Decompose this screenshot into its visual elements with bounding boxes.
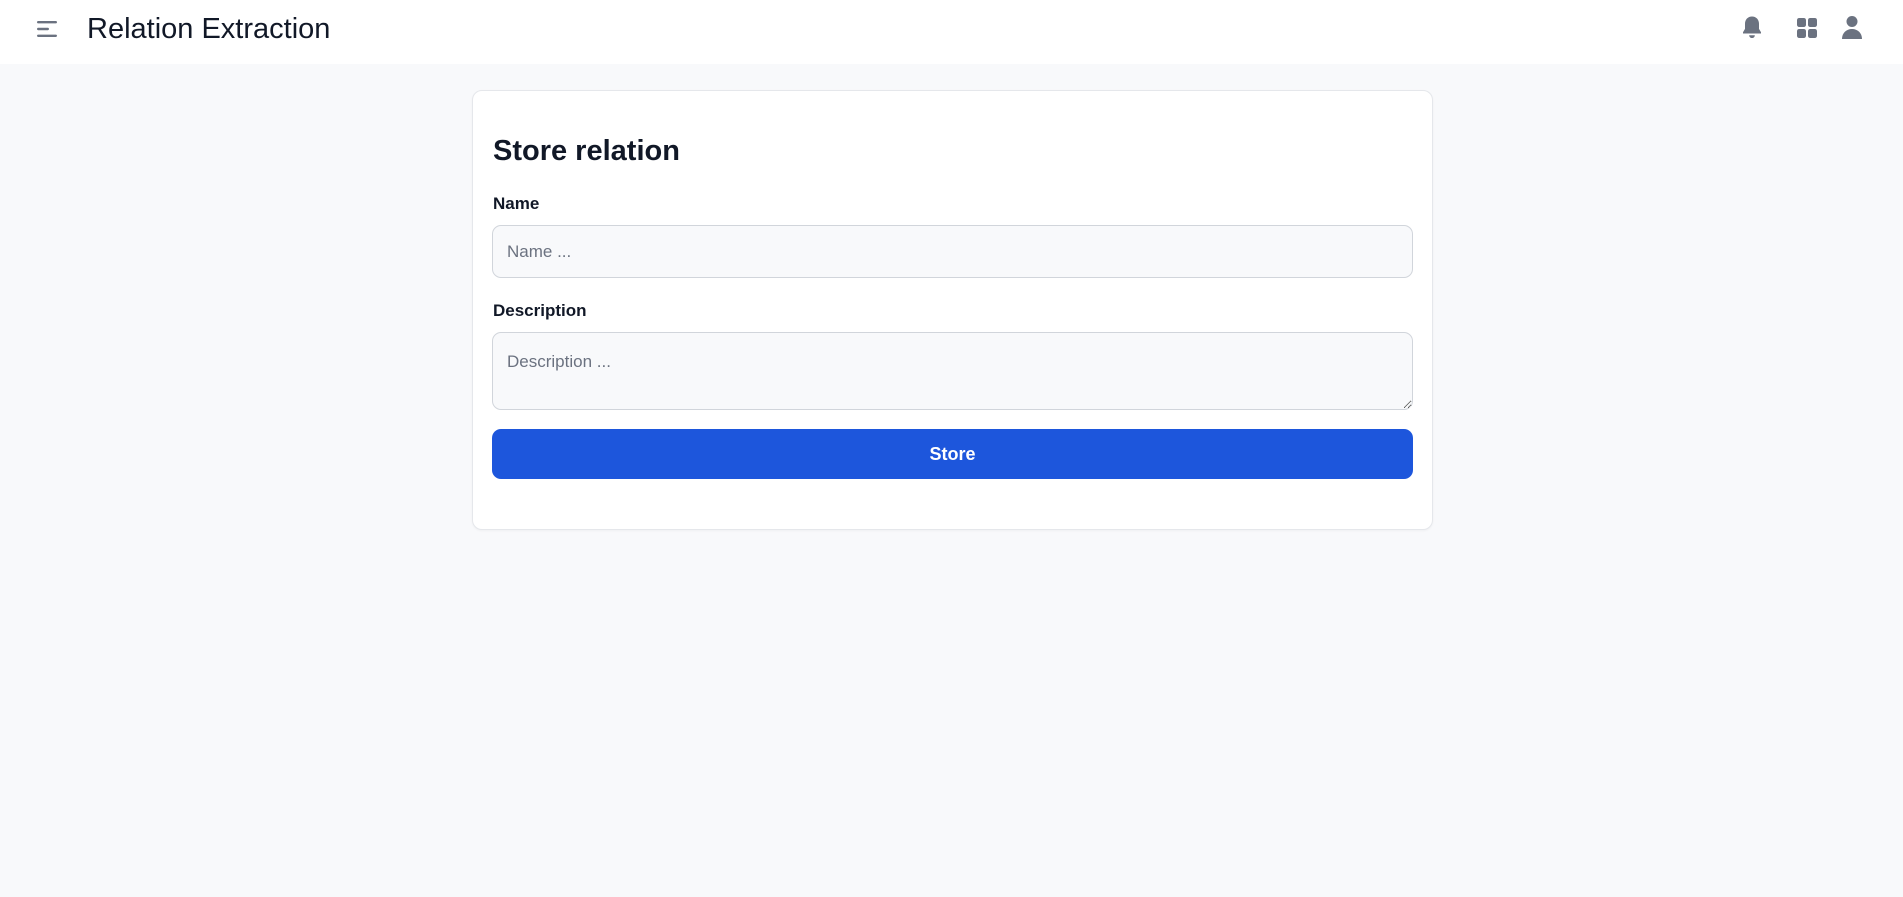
description-input[interactable] <box>492 332 1413 410</box>
profile-button[interactable] <box>1836 12 1868 44</box>
apps-button[interactable] <box>1791 12 1823 44</box>
app-title: Relation Extraction <box>87 13 331 45</box>
name-label: Name <box>493 194 540 213</box>
menu-icon <box>37 21 57 37</box>
grid-icon <box>1797 18 1817 38</box>
bell-icon <box>1743 16 1761 38</box>
store-relation-card: Store relation Name Description Store <box>472 90 1433 530</box>
notifications-button[interactable] <box>1736 12 1768 44</box>
top-app-bar: Relation Extraction <box>0 0 1903 64</box>
store-button[interactable]: Store <box>492 429 1413 479</box>
description-label: Description <box>493 301 587 320</box>
form-title: Store relation <box>493 135 680 167</box>
user-icon <box>1842 16 1862 39</box>
name-input[interactable] <box>492 225 1413 278</box>
menu-button[interactable] <box>33 15 61 43</box>
